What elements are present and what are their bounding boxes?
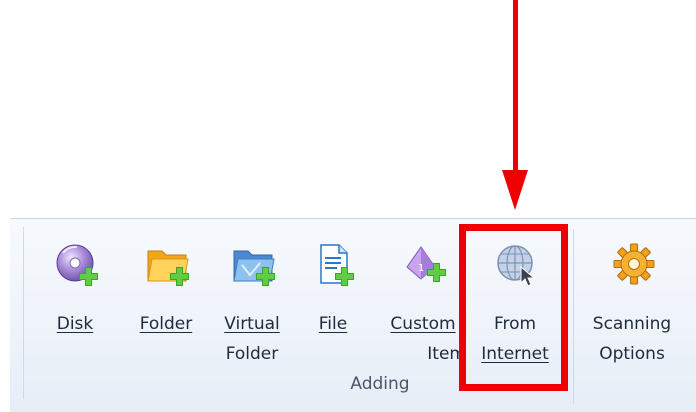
file-add-icon	[313, 243, 354, 287]
virtual-folder-label-line2: Folder	[225, 344, 279, 364]
file-button[interactable]: File	[306, 243, 360, 373]
virtual-folder-button[interactable]: Virtual Folder	[214, 243, 290, 373]
folder-add-icon	[146, 243, 189, 287]
scanning-options-label-line2: Options	[599, 344, 665, 364]
virtual-folder-label-line1: Virtual	[224, 314, 280, 334]
gear-icon	[612, 243, 655, 287]
scanning-options-button[interactable]: Scanning Options	[580, 243, 684, 373]
custom-item-add-icon: 1	[403, 243, 446, 287]
ribbon-group-separator	[573, 229, 574, 404]
folder-button[interactable]: Folder	[128, 243, 204, 373]
folder-label: Folder	[139, 314, 193, 334]
svg-text:1: 1	[418, 263, 424, 274]
custom-item-button[interactable]: 1 Custom Item	[380, 243, 466, 373]
ribbon-group-label: Adding	[350, 374, 410, 394]
ribbon-left-border	[23, 227, 24, 399]
annotation-arrow-shaft	[513, 0, 518, 172]
scanning-options-label-line1: Scanning	[592, 314, 672, 334]
ribbon-toolbar: Disk Folder Virtual Folder File 1 Custom…	[10, 218, 696, 412]
disk-add-icon	[55, 243, 98, 287]
virtual-folder-add-icon	[232, 243, 275, 287]
file-label: File	[318, 314, 348, 334]
annotation-highlight-box	[459, 224, 568, 391]
custom-item-label-line1: Custom	[390, 314, 456, 334]
disk-label: Disk	[56, 314, 94, 334]
annotation-arrow-head	[502, 170, 528, 210]
disk-button[interactable]: Disk	[40, 243, 110, 373]
